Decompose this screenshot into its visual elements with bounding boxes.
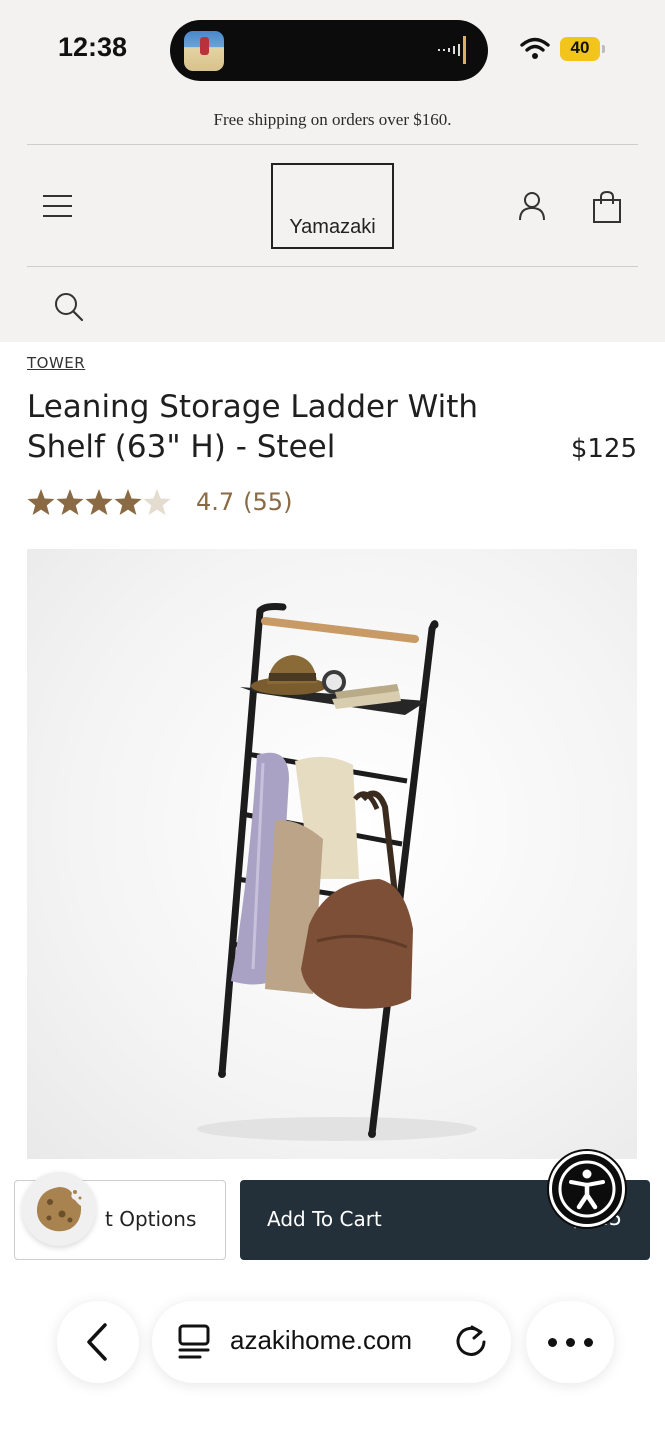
ladder-illustration [197,603,477,1141]
dynamic-island[interactable] [170,20,488,81]
battery-indicator: 40 [560,37,605,61]
address-bar[interactable]: azakihome.com [152,1301,511,1383]
page-menu-icon[interactable] [176,1323,212,1361]
logo-text: Yamazaki [289,216,376,238]
shopping-bag-icon[interactable] [591,190,623,224]
wifi-icon [520,37,550,59]
menu-icon[interactable] [43,193,73,219]
add-to-cart-label: Add To Cart [267,1207,382,1231]
account-icon[interactable] [516,190,548,222]
accessibility-button[interactable] [549,1151,625,1227]
chevron-left-icon [87,1323,107,1361]
battery-level: 40 [570,38,590,57]
status-bar: 12:38 40 [0,0,665,100]
url-text: azakihome.com [230,1325,413,1355]
rating-summary[interactable]: 4.7 (55) [196,488,301,516]
select-options-label: t Options [105,1207,197,1231]
more-options-button[interactable] [526,1301,614,1383]
promo-banner: Free shipping on orders over $160. [213,110,452,129]
cookie-settings-button[interactable] [22,1172,96,1246]
sticky-action-bar: t Options Add To Cart $125 [0,1151,665,1276]
back-button[interactable] [57,1301,139,1383]
cookie-icon [36,1187,82,1232]
star-rating[interactable] [27,487,172,517]
browser-toolbar: azakihome.com [0,1276,665,1440]
search-icon[interactable] [53,291,85,323]
product-image[interactable] [27,549,637,1159]
star-icons [27,489,171,515]
reload-icon[interactable] [452,1323,490,1361]
status-time: 12:38 [58,32,128,62]
review-count: (55) [243,488,293,516]
accessibility-icon [558,1160,616,1218]
divider [27,144,638,145]
divider [27,266,638,267]
audio-waveform-icon [438,36,466,64]
rating-value: 4.7 [196,488,235,516]
product-title: Leaning Storage Ladder With Shelf (63" H… [27,389,479,465]
now-playing-artwork [184,31,224,71]
product-price: $125 [570,434,637,464]
site-logo[interactable]: Yamazaki [271,163,394,249]
site-header: Free shipping on orders over $160. Yamaz… [0,100,665,342]
product-vendor-link[interactable]: TOWER [27,354,85,372]
